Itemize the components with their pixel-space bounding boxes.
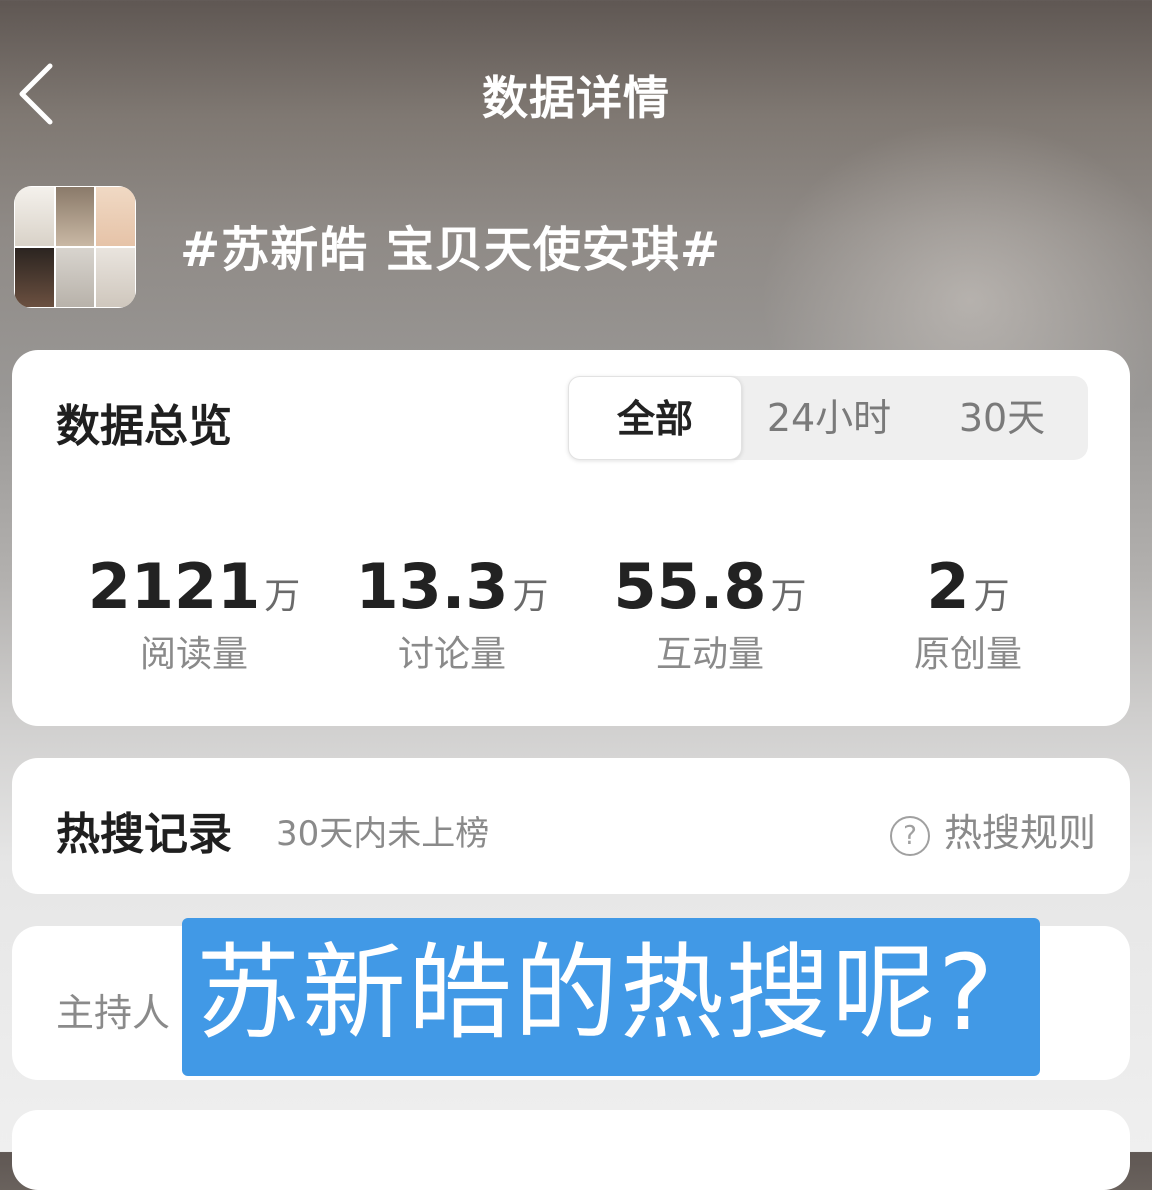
page-title: 数据详情 [482, 71, 670, 125]
stat-unit: 万 [973, 576, 1010, 617]
topic-thumbnail [14, 186, 136, 308]
stat-value: 55.8 [613, 550, 767, 623]
tab-all[interactable]: 全部 [568, 376, 742, 460]
stat-value: 2121 [87, 550, 261, 623]
host-label: 主持人 [56, 991, 171, 1035]
help-circle-icon: ? [889, 815, 930, 856]
stat-label: 互动量 [655, 634, 764, 675]
stat-label: 讨论量 [397, 634, 506, 675]
stat-discussions: 13.3 万 讨论量 [322, 550, 582, 677]
data-overview-card: 数据总览 全部 24小时 30天 2121 万 阅读量 13.3 万 讨论量 55.… [12, 350, 1130, 726]
hot-search-rules-label: 热搜规则 [943, 811, 1096, 855]
stat-label: 原创量 [913, 634, 1022, 675]
next-card [12, 1110, 1130, 1190]
overlay-caption: 苏新皓的热搜呢? [182, 918, 1040, 1076]
stat-value: 2 [926, 550, 970, 623]
stat-reads: 2121 万 阅读量 [64, 550, 324, 677]
tab-30d[interactable]: 30天 [916, 376, 1088, 460]
overview-heading: 数据总览 [56, 401, 232, 452]
stat-label: 阅读量 [139, 634, 248, 675]
stat-unit: 万 [770, 576, 807, 617]
hot-search-heading: 热搜记录 [56, 809, 232, 860]
tab-24h[interactable]: 24小时 [742, 376, 916, 460]
stat-unit: 万 [512, 576, 549, 617]
time-range-tabs: 全部 24小时 30天 [568, 376, 1088, 460]
hot-search-card: 热搜记录 30天内未上榜 ? 热搜规则 [12, 758, 1130, 894]
topic-title: #苏新皓 宝贝天使安琪# [180, 222, 722, 278]
stat-originals: 2万 原创量 [838, 550, 1098, 677]
hot-search-status: 30天内未上榜 [276, 814, 490, 854]
stat-unit: 万 [264, 576, 301, 617]
stat-interactions: 55.8 万 互动量 [580, 550, 840, 677]
hot-search-rules-link[interactable]: ? 热搜规则 [889, 802, 1096, 857]
stat-value: 13.3 [355, 550, 509, 623]
